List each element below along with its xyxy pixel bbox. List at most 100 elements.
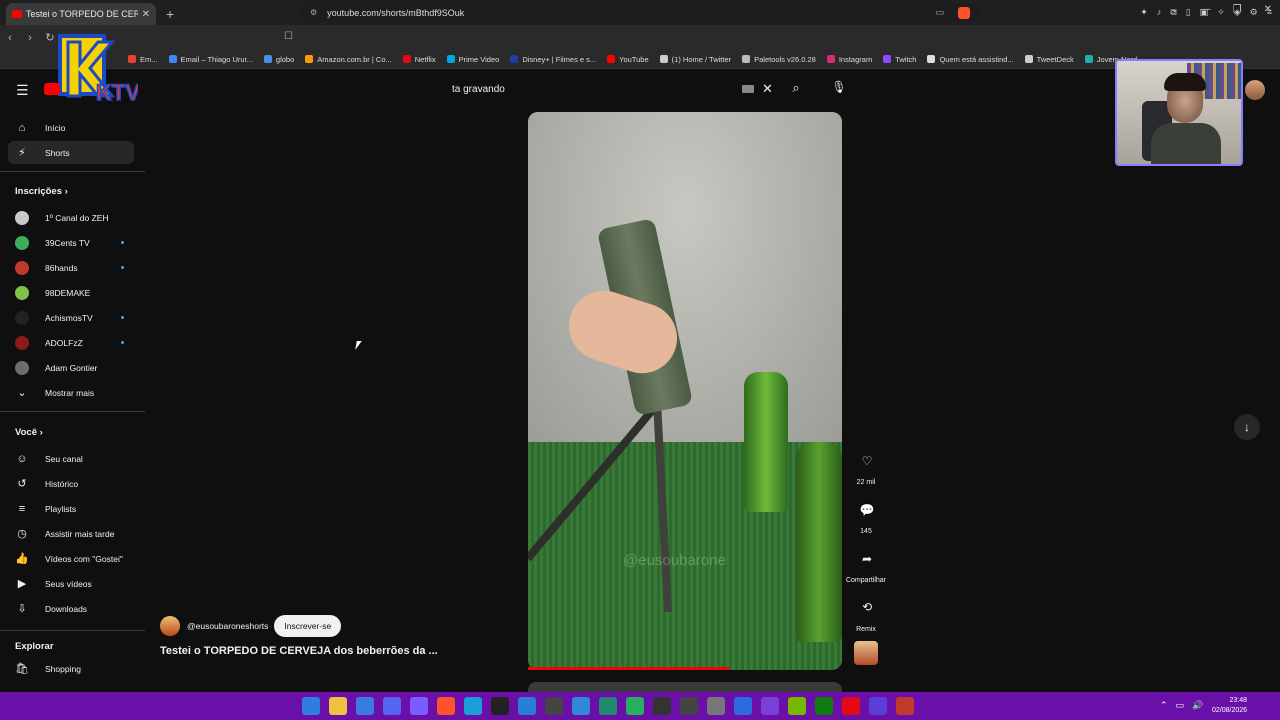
channel-avatar[interactable] [160, 616, 180, 636]
settings-icon[interactable]: ⚙ [1250, 7, 1258, 18]
close-tab-icon[interactable]: ✕ [142, 9, 150, 20]
sidebar-item[interactable]: 86hands [8, 256, 134, 279]
next-short-preview[interactable] [528, 682, 842, 692]
bookmark-item[interactable]: Quem está assistind... [927, 55, 1014, 64]
bookmark-item[interactable]: Amazon.com.br | Co... [305, 55, 392, 64]
bookmark-item[interactable]: TweetDeck [1024, 55, 1074, 64]
taskbar-app-icon[interactable] [761, 697, 779, 715]
taskbar-app-icon[interactable] [437, 697, 455, 715]
taskbar-app-icon[interactable] [707, 697, 725, 715]
sidebar-item[interactable]: ⌄ Mostrar mais [8, 381, 134, 404]
remix-icon[interactable]: ⟲ [853, 596, 881, 618]
sidebar-item[interactable]: AchismosTV [8, 306, 134, 329]
sidebar-item[interactable]: ⇩ Downloads [8, 597, 134, 620]
you-heading[interactable]: Você › [15, 427, 43, 438]
taskbar-app-icon[interactable] [518, 697, 536, 715]
next-video-arrow-icon[interactable]: ↓ [1234, 414, 1260, 440]
sound-avatar[interactable] [854, 641, 878, 665]
bookmark-item[interactable]: Paletools v26.0.28 [742, 55, 816, 64]
wallet-icon[interactable]: ▣ [1200, 7, 1209, 18]
music-icon[interactable]: ♪ [1157, 7, 1162, 18]
bookmark-item[interactable]: Prime Video [446, 55, 499, 64]
sidebar-item[interactable]: ≡ Playlists [8, 497, 134, 520]
sidebar-item[interactable]: ⌂ Início [8, 116, 134, 139]
brave-shields-icon[interactable] [958, 6, 970, 19]
tray-chevron-icon[interactable]: ⌃ [1160, 700, 1168, 711]
sidebar-item[interactable]: ⚡ Shorts [8, 141, 134, 164]
video-progress-bar[interactable] [528, 667, 729, 670]
channel-handle[interactable]: @eusoubaroneshorts [187, 621, 268, 631]
bookmark-item[interactable]: Disney+ | Filmes e s... [510, 55, 596, 64]
taskbar-app-icon[interactable] [302, 697, 320, 715]
bookmark-item[interactable]: Instagram [826, 55, 872, 64]
taskbar-app-icon[interactable] [869, 697, 887, 715]
taskbar-app-icon[interactable] [599, 697, 617, 715]
forward-icon[interactable]: › [20, 32, 40, 44]
taskbar-app-icon[interactable] [491, 697, 509, 715]
bookmark-item[interactable]: Email – Thiago Urur... [168, 55, 253, 64]
subscriptions-heading[interactable]: Inscrições › [15, 186, 68, 197]
volume-icon[interactable]: 🔊 [1192, 700, 1203, 711]
taskbar-app-icon[interactable] [896, 697, 914, 715]
taskbar-app-icon[interactable] [572, 697, 590, 715]
site-info-icon[interactable]: ⚙ [310, 8, 317, 17]
browser-tab-active[interactable]: Testei o TORPEDO DE CERVEJA dos beberrõe… [6, 3, 156, 25]
sidebar-icon[interactable]: ▯ [1186, 7, 1191, 18]
keyboard-icon[interactable] [742, 85, 754, 93]
youtube-logo-icon[interactable] [44, 83, 60, 95]
sidebar-item[interactable]: 🛍 Shopping [8, 657, 134, 680]
system-clock[interactable]: 23:48 02/08/2026 [1212, 696, 1247, 716]
sidebar-item[interactable]: 👍 Vídeos com "Gostei" [8, 547, 134, 570]
taskbar-app-icon[interactable] [545, 697, 563, 715]
share-icon[interactable]: ➦ [853, 548, 881, 570]
leo-icon[interactable]: ✧ [1217, 7, 1225, 18]
taskbar-app-icon[interactable] [464, 697, 482, 715]
taskbar-app-icon[interactable] [653, 697, 671, 715]
taskbar-app-icon[interactable] [842, 697, 860, 715]
taskbar-app-icon[interactable] [329, 697, 347, 715]
bookmark-item[interactable]: YouTube [607, 55, 649, 64]
new-tab-icon[interactable]: + [166, 6, 174, 22]
taskbar-app-icon[interactable] [788, 697, 806, 715]
comment-icon[interactable]: 💬 [853, 499, 881, 521]
sidebar-item[interactable]: Adam Gontier [8, 356, 134, 379]
sidebar-item[interactable]: 39Cents TV [8, 231, 134, 254]
short-video-player[interactable]: @eusoubarone [528, 112, 842, 670]
vpn-icon[interactable]: ◈ [1234, 7, 1241, 18]
subscribe-button[interactable]: Inscrever-se [274, 615, 342, 637]
bookmark-item[interactable]: Twitch [883, 55, 916, 64]
extension-icon[interactable]: ✦ [1140, 7, 1148, 18]
sidebar-item[interactable]: ADOLFzZ [8, 331, 134, 354]
like-icon[interactable]: ♡ [853, 450, 881, 472]
taskbar-app-icon[interactable] [815, 697, 833, 715]
microphone-icon[interactable]: 🎙 [830, 80, 848, 98]
sidebar-item[interactable]: 1º Canal do ZEH [8, 206, 134, 229]
bookmark-item[interactable]: Netflix [402, 55, 436, 64]
bookmark-item[interactable]: globo [263, 55, 294, 64]
clear-search-icon[interactable]: ✕ [762, 81, 773, 97]
menu-icon[interactable]: ≡ [1267, 7, 1272, 18]
taskbar-app-icon[interactable] [356, 697, 374, 715]
taskbar-app-icon[interactable] [410, 697, 428, 715]
taskbar-app-icon[interactable] [383, 697, 401, 715]
extensions-icon[interactable]: ⧉ [1170, 7, 1176, 18]
address-bar[interactable]: ⚙ youtube.com/shorts/mBthdf9SOuk ▭ [300, 3, 980, 22]
network-icon[interactable]: ▭ [1176, 700, 1185, 711]
taskbar-app-icon[interactable] [734, 697, 752, 715]
sidebar-item[interactable]: ◷ Assistir mais tarde [8, 522, 134, 545]
sidebar-item[interactable]: ☺ Seu canal [8, 447, 134, 470]
bookmark-page-icon[interactable]: ☐ [284, 31, 293, 42]
bookmark-item[interactable]: (1) Home / Twitter [659, 55, 731, 64]
guide-menu-icon[interactable]: ☰ [16, 82, 29, 99]
account-avatar[interactable] [1245, 80, 1265, 100]
sidebar-item[interactable]: ▶ Seus vídeos [8, 572, 134, 595]
back-icon[interactable]: ‹ [0, 32, 20, 44]
sidebar-item[interactable]: ↺ Histórico [8, 472, 134, 495]
taskbar-app-icon[interactable] [626, 697, 644, 715]
cast-icon[interactable]: ▭ [935, 7, 944, 19]
search-icon[interactable]: ⌕ [786, 80, 806, 100]
short-title[interactable]: Testei o TORPEDO DE CERVEJA dos beberrõe… [160, 645, 438, 657]
taskbar-app-icon[interactable] [680, 697, 698, 715]
search-input[interactable]: ta gravando ✕ [444, 78, 784, 100]
sidebar-item[interactable]: 98DEMAKE [8, 281, 134, 304]
